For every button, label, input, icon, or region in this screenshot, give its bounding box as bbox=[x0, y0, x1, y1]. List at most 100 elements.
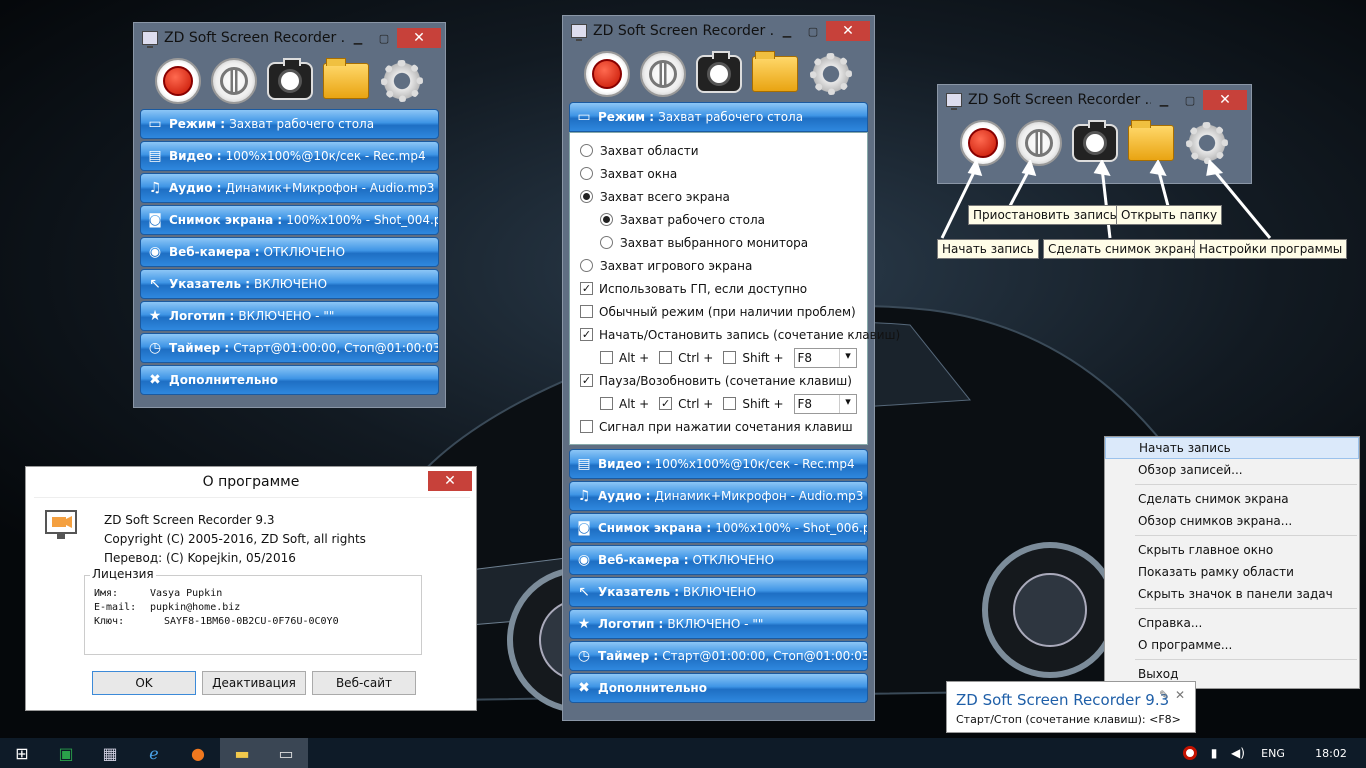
title-bar[interactable]: ZD Soft Screen Recorder ... ▁ ▢ ✕ bbox=[134, 23, 445, 53]
radio-option[interactable]: Захват окна bbox=[580, 162, 857, 185]
setting-row[interactable]: ★ Логотип : ВКЛЮЧЕНО - "" bbox=[140, 301, 439, 331]
close-button[interactable]: ✕ bbox=[397, 28, 441, 48]
maximize-button[interactable]: ▢ bbox=[1177, 90, 1203, 110]
internet-explorer-icon[interactable]: ℯ bbox=[132, 738, 176, 768]
radio-option[interactable]: Захват области bbox=[580, 139, 857, 162]
hotkey-select[interactable]: F8 bbox=[793, 393, 857, 414]
start-windows-icon[interactable]: ⊞ bbox=[0, 738, 44, 768]
setting-row[interactable]: ✖ Дополнительно bbox=[140, 365, 439, 395]
excel-icon[interactable]: ▣ bbox=[44, 738, 88, 768]
screen-recorder-taskbar-icon[interactable]: ▭ bbox=[264, 738, 308, 768]
file-explorer-icon[interactable]: ▬ bbox=[220, 738, 264, 768]
open-folder-button[interactable] bbox=[751, 51, 798, 92]
setting-row[interactable]: ◷ Таймер : Старт@01:00:00, Стоп@01:00:03, … bbox=[569, 641, 868, 671]
checkbox-option[interactable]: ✓ Начать/Остановить запись (сочетание кла… bbox=[580, 323, 900, 346]
checkbox-option[interactable]: Сигнал при нажатии сочетания клавиш bbox=[580, 415, 857, 438]
shift-checkbox[interactable] bbox=[723, 397, 737, 410]
checkbox-option[interactable]: ✓ Пауза/Возобновить (сочетание клавиш) bbox=[580, 369, 857, 392]
setting-row[interactable]: ↖ Указатель : ВКЛЮЧЕНО bbox=[140, 269, 439, 299]
battery-icon[interactable]: ▮ bbox=[1202, 738, 1226, 768]
setting-row[interactable]: ♫ Аудио : Динамик+Микрофон - Audio.mp3 bbox=[140, 173, 439, 203]
minimize-button[interactable]: ▁ bbox=[345, 28, 371, 48]
setting-row[interactable]: ◉ Веб-камера : ОТКЛЮЧЕНО bbox=[140, 237, 439, 267]
alt-checkbox[interactable] bbox=[600, 351, 613, 364]
close-button[interactable]: ✕ bbox=[428, 471, 472, 491]
maximize-button[interactable]: ▢ bbox=[371, 28, 397, 48]
checkbox[interactable]: ✓ bbox=[580, 328, 593, 341]
checkbox-option[interactable]: Обычный режим (при наличии проблем) bbox=[580, 300, 857, 323]
deactivate-button[interactable]: Деактивация bbox=[202, 671, 306, 695]
checkbox-option[interactable]: ✓ Использовать ГП, если доступно bbox=[580, 277, 857, 300]
setting-row[interactable]: ▤ Видео :100%x100%@10к/сек - Rec.mp4 bbox=[140, 141, 439, 171]
ctrl-checkbox[interactable]: ✓ bbox=[659, 397, 673, 410]
menu-item[interactable]: Скрыть значок в панели задач bbox=[1105, 583, 1359, 605]
radio-option[interactable]: Захват рабочего стола bbox=[580, 208, 857, 231]
settings-button[interactable] bbox=[807, 51, 854, 97]
menu-item[interactable]: Обзор снимков экрана... bbox=[1105, 510, 1359, 532]
record-button[interactable] bbox=[583, 51, 630, 97]
radio-button[interactable] bbox=[600, 236, 613, 249]
setting-row[interactable]: ★ Логотип : ВКЛЮЧЕНО - "" bbox=[569, 609, 868, 639]
close-button[interactable]: ✕ bbox=[1203, 90, 1247, 110]
language-indicator[interactable]: ENG bbox=[1250, 738, 1296, 768]
website-button[interactable]: Веб-сайт bbox=[312, 671, 416, 695]
title-bar[interactable]: ZD Soft Screen Recorder ... ▁ ▢ ✕ bbox=[563, 16, 874, 46]
checkbox[interactable] bbox=[580, 420, 593, 433]
minimize-button[interactable]: ▁ bbox=[1151, 90, 1177, 110]
shift-checkbox[interactable] bbox=[723, 351, 737, 364]
firefox-icon[interactable]: ● bbox=[176, 738, 220, 768]
recorder-tray-icon[interactable] bbox=[1178, 738, 1202, 768]
pin-icon[interactable]: ✎ bbox=[1159, 688, 1169, 702]
setting-row[interactable]: ▤ Видео :100%x100%@10к/сек - Rec.mp4 bbox=[569, 449, 868, 479]
radio-button[interactable] bbox=[580, 259, 593, 272]
volume-icon[interactable]: ◀) bbox=[1226, 738, 1250, 768]
settings-button[interactable] bbox=[378, 58, 425, 104]
menu-item[interactable]: Показать рамку области bbox=[1105, 561, 1359, 583]
radio-button[interactable] bbox=[580, 190, 593, 203]
ok-button[interactable]: OK bbox=[92, 671, 196, 695]
checkbox[interactable]: ✓ bbox=[580, 374, 593, 387]
alt-checkbox[interactable] bbox=[600, 397, 613, 410]
row-mode-expanded[interactable]: ▭ Режим : Захват рабочего стола bbox=[569, 102, 868, 132]
minimize-button[interactable]: ▁ bbox=[774, 21, 800, 41]
menu-item[interactable]: О программе... bbox=[1105, 634, 1359, 656]
screenshot-button[interactable] bbox=[1071, 120, 1118, 162]
clock[interactable]: 18:02 bbox=[1296, 738, 1366, 768]
screenshot-button[interactable] bbox=[266, 58, 313, 100]
menu-item[interactable]: Сделать снимок экрана bbox=[1105, 488, 1359, 510]
calculator-icon[interactable]: ▦ bbox=[88, 738, 132, 768]
close-button[interactable]: ✕ bbox=[826, 21, 870, 41]
radio-button[interactable] bbox=[580, 167, 593, 180]
hotkey-row[interactable]: Alt + ✓ Ctrl + Shift + F8 bbox=[580, 392, 857, 415]
radio-option[interactable]: Захват выбранного монитора bbox=[580, 231, 857, 254]
title-bar[interactable]: О программе ✕ bbox=[26, 467, 476, 497]
menu-item[interactable]: Обзор записей... bbox=[1105, 459, 1359, 481]
open-folder-button[interactable] bbox=[1127, 120, 1174, 161]
pause-button[interactable] bbox=[639, 51, 686, 97]
checkbox[interactable] bbox=[580, 305, 593, 318]
menu-item[interactable]: Начать запись bbox=[1105, 437, 1359, 459]
pause-button[interactable] bbox=[210, 58, 257, 104]
setting-row[interactable]: ◙Снимок экрана :100%x100% - Shot_004.png bbox=[140, 205, 439, 235]
radio-button[interactable] bbox=[580, 144, 593, 157]
setting-row[interactable]: ◷ Таймер : Старт@01:00:00, Стоп@01:00:03, … bbox=[140, 333, 439, 363]
setting-row[interactable]: ✖ Дополнительно bbox=[569, 673, 868, 703]
close-icon[interactable]: ✕ bbox=[1175, 688, 1185, 702]
menu-item[interactable]: Скрыть главное окно bbox=[1105, 539, 1359, 561]
maximize-button[interactable]: ▢ bbox=[800, 21, 826, 41]
radio-option[interactable]: Захват игрового экрана bbox=[580, 254, 857, 277]
title-bar[interactable]: ZD Soft Screen Recorder ... ▁ ▢ ✕ bbox=[938, 85, 1251, 115]
hotkey-select[interactable]: F8 bbox=[793, 347, 857, 368]
screenshot-button[interactable] bbox=[695, 51, 742, 93]
setting-row[interactable]: ◙Снимок экрана :100%x100% - Shot_006.png bbox=[569, 513, 868, 543]
setting-row[interactable]: ◉ Веб-камера : ОТКЛЮЧЕНО bbox=[569, 545, 868, 575]
radio-option[interactable]: Захват всего экрана bbox=[580, 185, 857, 208]
setting-row[interactable]: ↖ Указатель : ВКЛЮЧЕНО bbox=[569, 577, 868, 607]
menu-item[interactable]: Справка... bbox=[1105, 612, 1359, 634]
setting-row[interactable]: ♫ Аудио : Динамик+Микрофон - Audio.mp3 bbox=[569, 481, 868, 511]
hotkey-row[interactable]: Alt + Ctrl + Shift + F8 bbox=[580, 346, 857, 369]
checkbox[interactable]: ✓ bbox=[580, 282, 593, 295]
open-folder-button[interactable] bbox=[322, 58, 369, 99]
setting-row[interactable]: ▭ Режим : Захват рабочего стола bbox=[140, 109, 439, 139]
record-button[interactable] bbox=[154, 58, 201, 104]
